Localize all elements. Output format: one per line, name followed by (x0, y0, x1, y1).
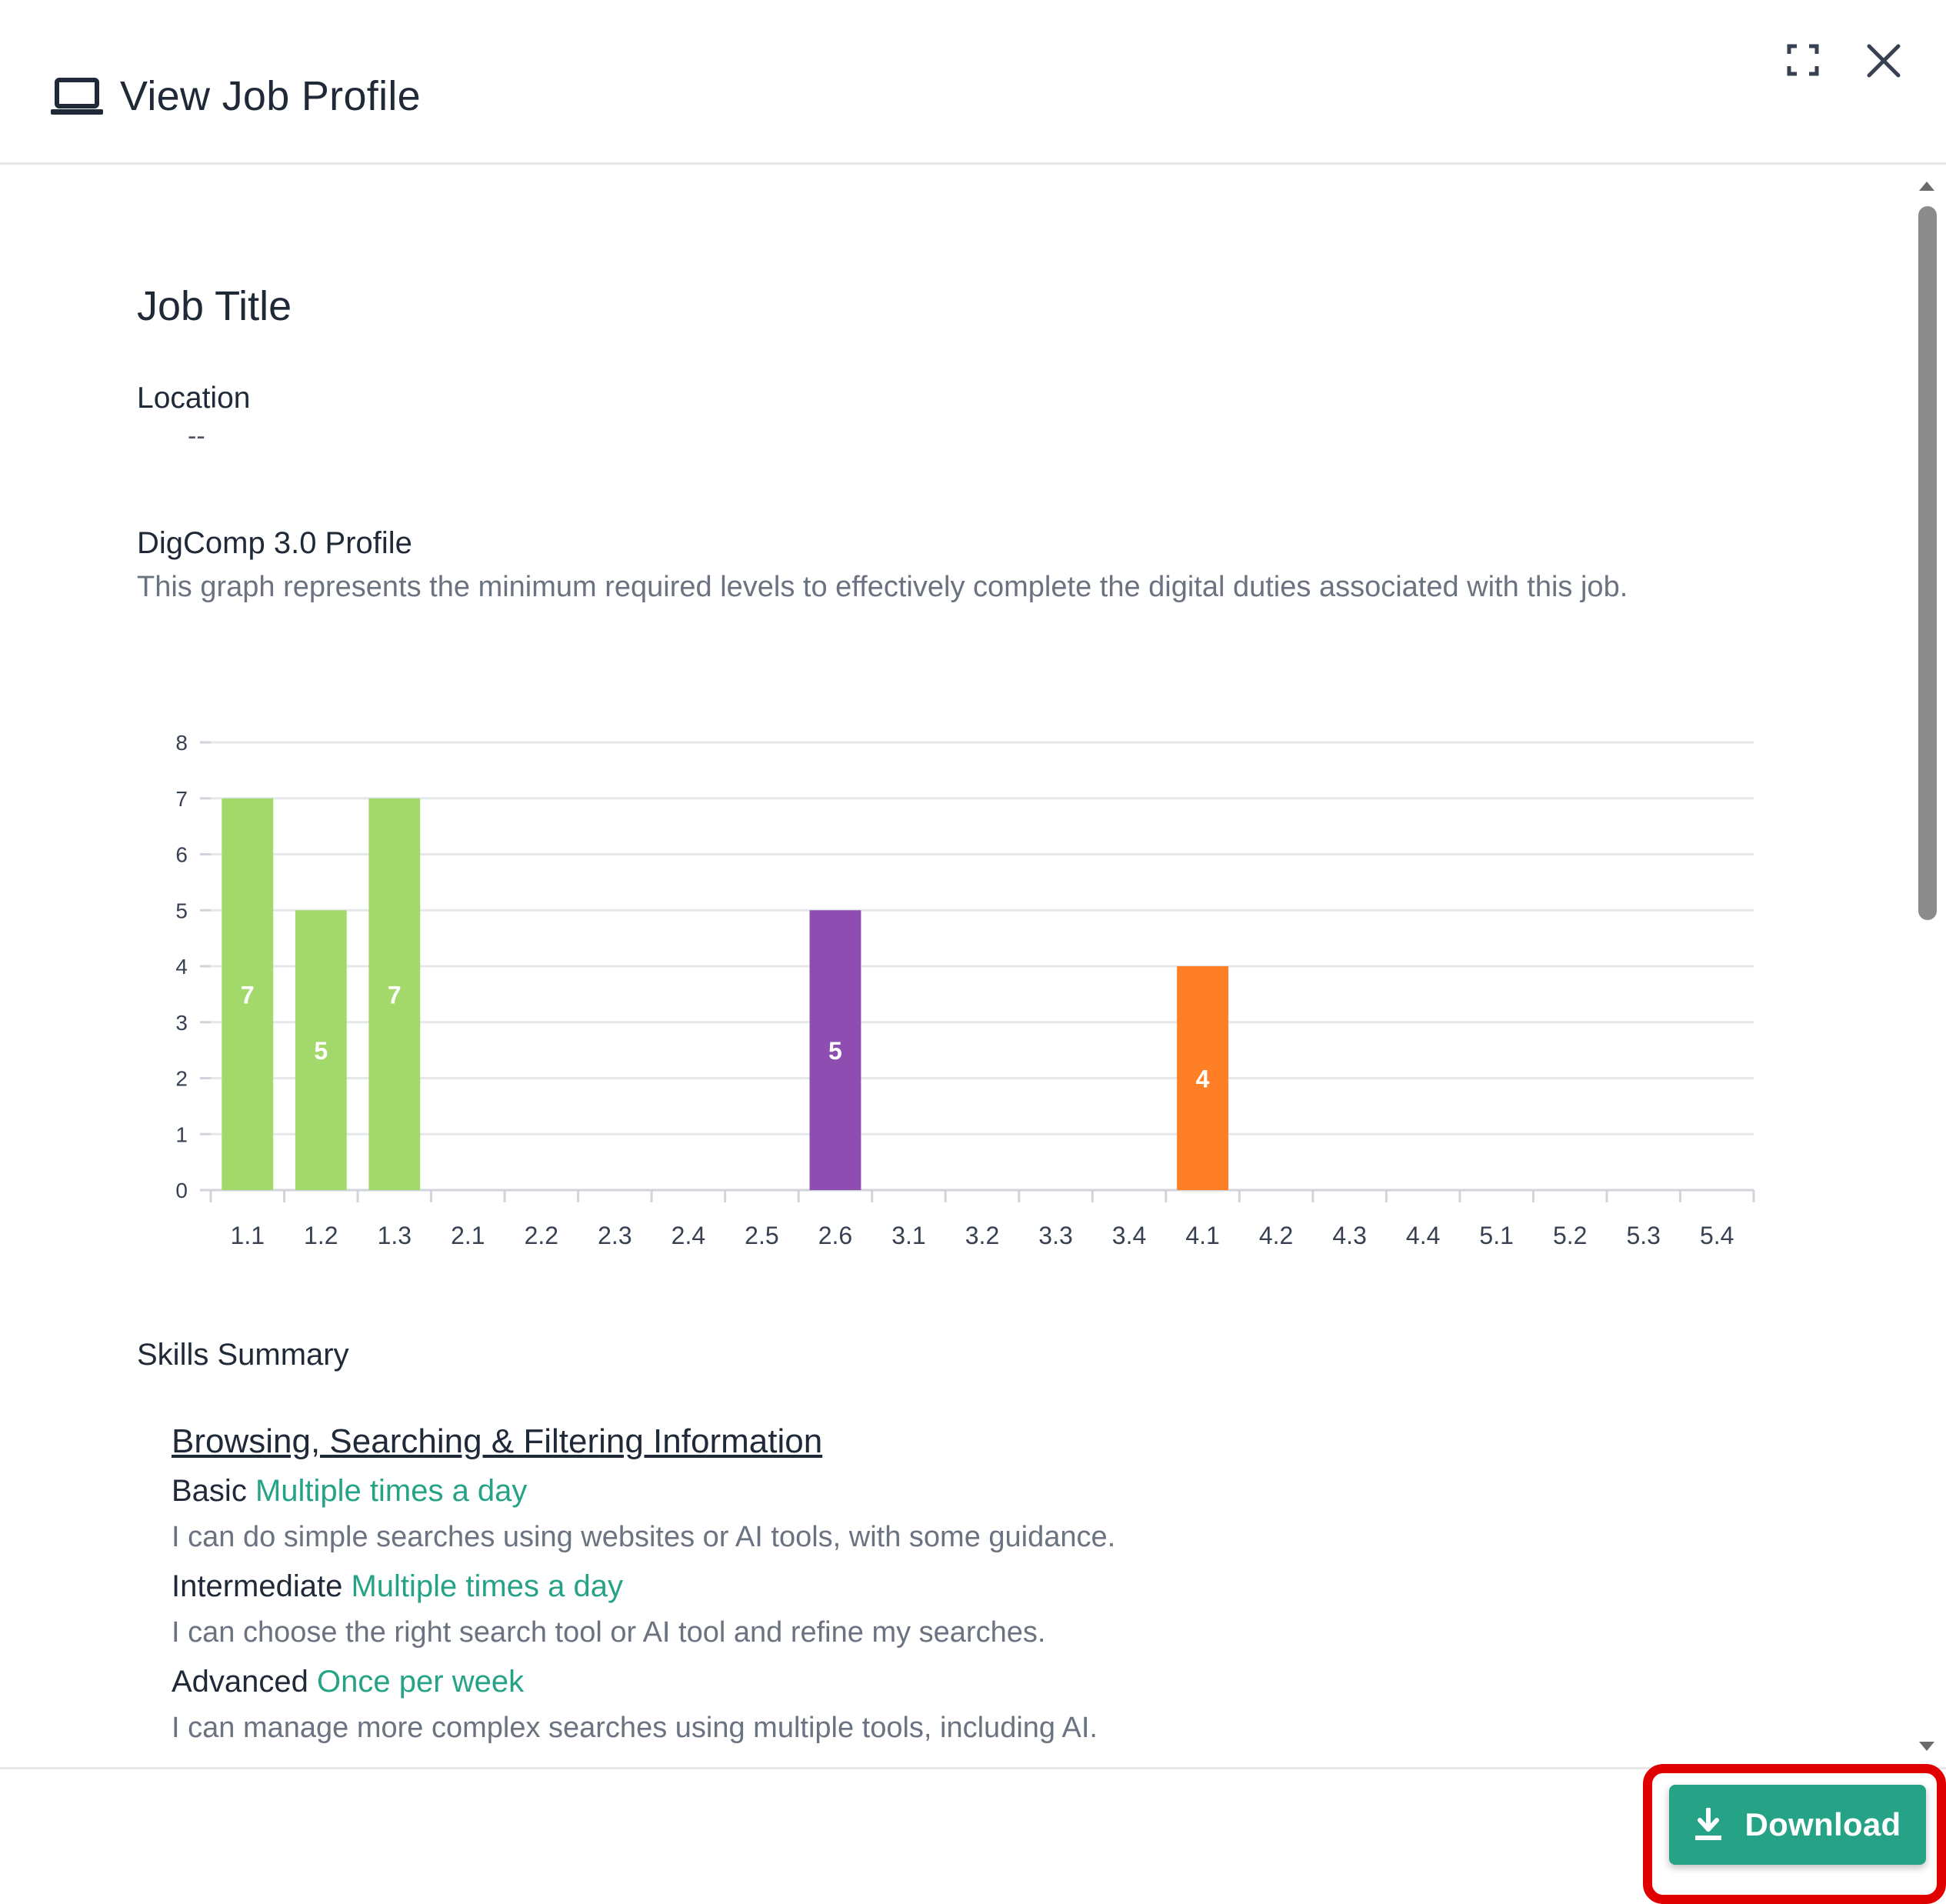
digcomp-bar-chart: 0 1 2 3 4 5 6 7 8 1.1 1.2 1.3 2.1 2.2 2.3 2.4 2.5 2.6 3.1 3… (175, 731, 1755, 1249)
download-button[interactable]: Download (1669, 1785, 1926, 1865)
dialog-header: View Job Profile (0, 0, 1946, 165)
y-tick-label: 5 (175, 899, 188, 922)
level-name: Intermediate (172, 1569, 343, 1603)
x-tick-label: 2.4 (671, 1222, 705, 1249)
x-tick-label: 2.2 (525, 1222, 558, 1249)
level-item: Basic Multiple times a day I can do simp… (172, 1470, 1864, 1556)
bar-data-label: 7 (388, 981, 402, 1009)
x-tick-label: 5.3 (1626, 1222, 1660, 1249)
job-title: Job Title (137, 283, 292, 329)
dialog-content[interactable]: Job Title Location -- DigComp 3.0 Profil… (0, 167, 1915, 1767)
skills-summary-title: Skills Summary (137, 1338, 349, 1372)
x-tick-label: 5.1 (1479, 1222, 1513, 1249)
level-frequency: Once per week (317, 1665, 525, 1699)
level-name: Advanced (172, 1665, 308, 1699)
x-tick-label: 4.2 (1259, 1222, 1293, 1249)
level-row: Basic Multiple times a day (172, 1470, 1864, 1512)
bar-data-label: 5 (314, 1037, 328, 1065)
x-tick-label: 2.5 (745, 1222, 778, 1249)
x-tick-label: 1.2 (304, 1222, 338, 1249)
digcomp-description: This graph represents the minimum requir… (137, 571, 1628, 603)
level-item: Intermediate Multiple times a day I can … (172, 1566, 1864, 1652)
bar-data-label: 4 (1196, 1065, 1210, 1093)
x-tick-label: 4.1 (1185, 1222, 1219, 1249)
x-tick-label: 3.1 (891, 1222, 925, 1249)
y-tick-label: 2 (175, 1067, 188, 1091)
level-name: Basic (172, 1474, 247, 1508)
x-tick-label: 5.2 (1553, 1222, 1587, 1249)
level-frequency: Multiple times a day (255, 1474, 528, 1508)
skill-area: Browsing, Searching & Filtering Informat… (172, 1421, 1864, 1756)
scrollbar-thumb[interactable] (1918, 206, 1937, 920)
x-tick-label: 1.3 (378, 1222, 412, 1249)
bar-data-label: 5 (828, 1037, 842, 1065)
dialog-title: View Job Profile (120, 73, 421, 119)
x-tick-label: 2.1 (451, 1222, 485, 1249)
download-label: Download (1744, 1806, 1901, 1842)
y-tick-label: 1 (175, 1122, 188, 1146)
level-row: Intermediate Multiple times a day (172, 1566, 1864, 1607)
x-tick-label: 1.1 (231, 1222, 265, 1249)
level-item: Advanced Once per week I can manage more… (172, 1661, 1864, 1747)
level-frequency: Multiple times a day (351, 1569, 623, 1603)
y-tick-label: 3 (175, 1011, 188, 1035)
laptop-icon (51, 78, 103, 115)
level-description: I can manage more complex searches using… (172, 1712, 1098, 1744)
x-tick-label: 3.2 (965, 1222, 999, 1249)
scroll-up-arrow-icon[interactable] (1918, 180, 1936, 192)
x-tick-label: 2.6 (818, 1222, 852, 1249)
x-tick-label: 5.4 (1700, 1222, 1734, 1249)
level-description: I can do simple searches using websites … (172, 1521, 1116, 1553)
close-icon[interactable] (1864, 42, 1903, 80)
x-tick-label: 3.3 (1038, 1222, 1072, 1249)
x-tick-label: 4.3 (1332, 1222, 1366, 1249)
location-label: Location (137, 382, 251, 415)
expand-icon[interactable] (1786, 43, 1820, 77)
download-icon (1695, 1808, 1722, 1840)
skill-area-name: Browsing, Searching & Filtering Informat… (172, 1422, 823, 1460)
y-tick-label: 4 (175, 955, 188, 979)
digcomp-title: DigComp 3.0 Profile (137, 526, 412, 560)
location-value: -- (188, 422, 205, 451)
scroll-down-arrow-icon[interactable] (1918, 1740, 1936, 1752)
level-row: Advanced Once per week (172, 1661, 1864, 1702)
x-tick-label: 3.4 (1112, 1222, 1146, 1249)
y-tick-label: 0 (175, 1179, 188, 1202)
x-tick-label: 4.4 (1406, 1222, 1440, 1249)
level-description: I can choose the right search tool or AI… (172, 1616, 1046, 1649)
y-tick-label: 6 (175, 843, 188, 867)
bar-data-label: 7 (241, 981, 255, 1009)
y-tick-label: 7 (175, 787, 188, 811)
y-tick-label: 8 (175, 731, 188, 755)
x-tick-label: 2.3 (598, 1222, 631, 1249)
